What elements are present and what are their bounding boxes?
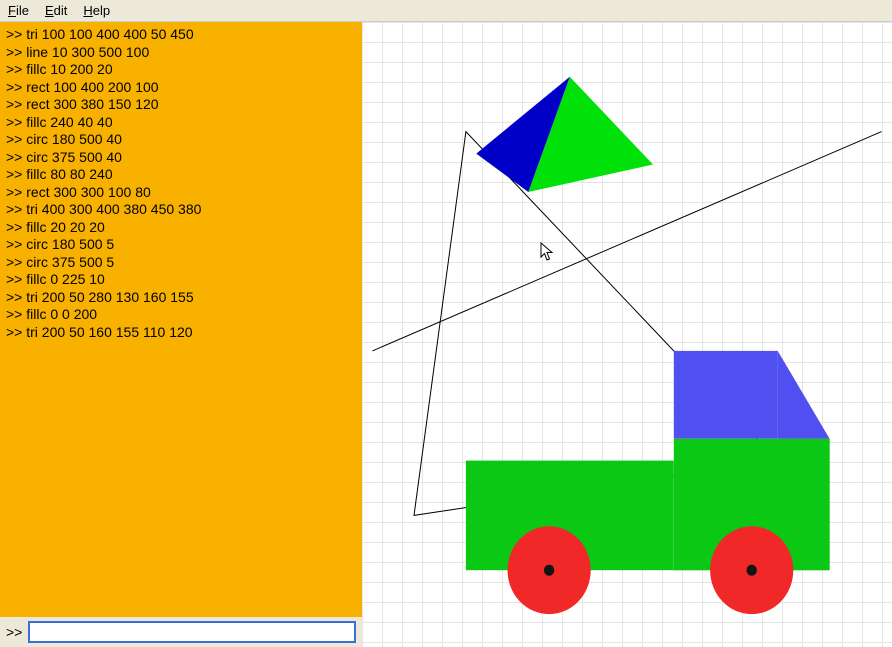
console-line: >> fillc 10 200 20	[6, 61, 356, 79]
workspace: >> tri 100 100 400 400 50 450>> line 10 …	[0, 22, 892, 647]
console-line: >> line 10 300 500 100	[6, 44, 356, 62]
console-line: >> rect 100 400 200 100	[6, 79, 356, 97]
console-line: >> rect 300 380 150 120	[6, 96, 356, 114]
console-output: >> tri 100 100 400 400 50 450>> line 10 …	[0, 22, 362, 617]
console-line: >> fillc 80 80 240	[6, 166, 356, 184]
shape-circ	[747, 565, 757, 576]
canvas-drawing	[362, 22, 892, 647]
console-line: >> tri 200 50 280 130 160 155	[6, 289, 356, 307]
console-line: >> rect 300 300 100 80	[6, 184, 356, 202]
console-line: >> fillc 0 0 200	[6, 306, 356, 324]
console-line: >> circ 180 500 5	[6, 236, 356, 254]
console-line: >> circ 375 500 5	[6, 254, 356, 272]
command-input[interactable]	[28, 621, 356, 643]
left-panel: >> tri 100 100 400 400 50 450>> line 10 …	[0, 22, 362, 647]
console-line: >> tri 100 100 400 400 50 450	[6, 26, 356, 44]
shape-circ	[544, 565, 554, 576]
menu-edit[interactable]: Edit	[41, 2, 71, 19]
console-line: >> circ 375 500 40	[6, 149, 356, 167]
menubar: File Edit Help	[0, 0, 892, 22]
shape-tri	[778, 351, 830, 439]
menu-file[interactable]: File	[4, 2, 33, 19]
console-line: >> fillc 0 225 10	[6, 271, 356, 289]
console-line: >> fillc 240 40 40	[6, 114, 356, 132]
prompt-label: >>	[6, 624, 22, 640]
console-line: >> tri 400 300 400 380 450 380	[6, 201, 356, 219]
console-line: >> tri 200 50 160 155 110 120	[6, 324, 356, 342]
menu-help[interactable]: Help	[79, 2, 114, 19]
input-row: >>	[0, 617, 362, 647]
shape-rect	[674, 351, 778, 439]
console-line: >> fillc 20 20 20	[6, 219, 356, 237]
canvas-area	[362, 22, 892, 647]
console-line: >> circ 180 500 40	[6, 131, 356, 149]
